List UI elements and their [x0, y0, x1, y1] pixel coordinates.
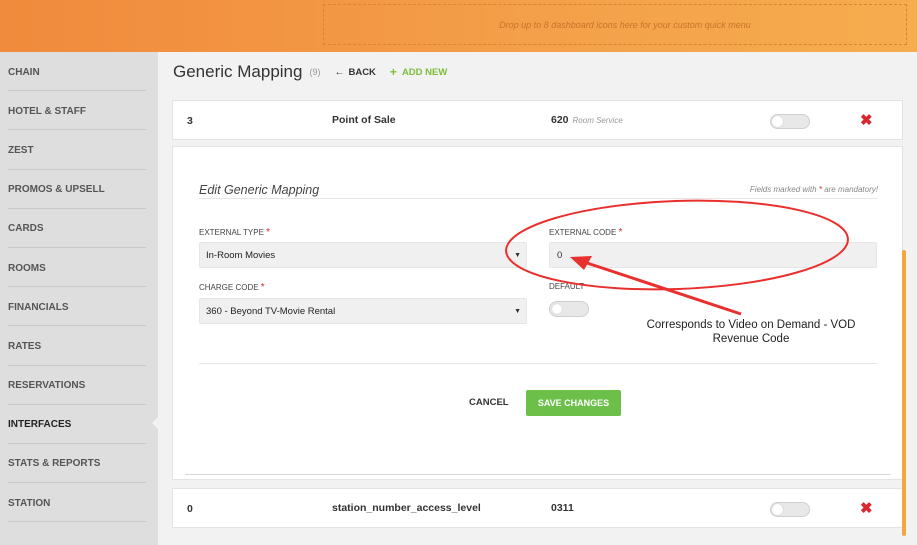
- table-row[interactable]: 3 Point of Sale 620 Room Service ✖: [172, 100, 903, 140]
- divider: [185, 474, 891, 475]
- sidebar-item-label: CHAIN: [8, 66, 40, 78]
- sidebar-item-label: HOTEL & STAFF: [8, 105, 86, 117]
- sidebar-item-stats-reports[interactable]: STATS & REPORTS: [8, 444, 146, 484]
- active-item-pointer: [152, 415, 160, 431]
- sidebar-item-reservations[interactable]: RESERVATIONS: [8, 366, 146, 405]
- charge-code-label: CHARGE CODE *: [199, 282, 265, 293]
- annotation-text: Corresponds to Video on Demand - VOD Rev…: [626, 318, 876, 346]
- sidebar-item-label: FINANCIALS: [8, 301, 69, 313]
- sidebar-item-cards[interactable]: CARDS: [8, 209, 146, 248]
- row-name: station_number_access_level: [332, 502, 481, 514]
- mandatory-suffix: are mandatory!: [824, 185, 878, 194]
- back-button[interactable]: ← BACK: [334, 67, 375, 78]
- annotation-line2: Revenue Code: [712, 333, 790, 345]
- sidebar-item-rooms[interactable]: ROOMS: [8, 248, 146, 288]
- row-code-value: 620: [551, 114, 569, 126]
- sidebar-item-promos-upsell[interactable]: PROMOS & UPSELL: [8, 170, 146, 209]
- row-name: Point of Sale: [332, 114, 396, 126]
- charge-code-select[interactable]: 360 - Beyond TV-Movie Rental ▼: [199, 298, 527, 324]
- divider: [199, 198, 877, 199]
- arrow-left-icon: ←: [334, 66, 345, 78]
- toggle-knob: [772, 116, 783, 127]
- sidebar-item-label: STATION: [8, 497, 51, 509]
- chevron-down-icon: ▼: [514, 307, 521, 315]
- sidebar-item-label: ROOMS: [8, 262, 46, 274]
- add-new-button[interactable]: + ADD NEW: [390, 65, 447, 79]
- sidebar-item-chain[interactable]: CHAIN: [8, 52, 146, 92]
- sidebar-item-interfaces[interactable]: INTERFACES: [8, 405, 146, 444]
- mandatory-star: *: [818, 185, 822, 194]
- external-type-value: In-Room Movies: [206, 249, 276, 261]
- sidebar-item-label: CARDS: [8, 223, 44, 235]
- quick-menu-dropzone[interactable]: Drop up to 8 dashboard icons here for yo…: [323, 4, 907, 45]
- chevron-down-icon: ▼: [514, 251, 521, 259]
- sidebar-item-station[interactable]: STATION: [8, 483, 146, 523]
- page-header: Generic Mapping (9) ← BACK + ADD NEW: [173, 60, 447, 84]
- sidebar-item-label: PROMOS & UPSELL: [8, 184, 105, 196]
- item-count: (9): [309, 67, 321, 77]
- back-label: BACK: [348, 66, 376, 78]
- edit-mapping-panel: Edit Generic Mapping Fields marked with …: [172, 146, 903, 480]
- external-code-label-text: EXTERNAL CODE: [549, 228, 617, 237]
- row-code: 0311: [551, 502, 574, 514]
- plus-icon: +: [389, 65, 397, 79]
- sidebar-item-label: RESERVATIONS: [8, 380, 86, 392]
- mandatory-prefix: Fields marked with: [749, 185, 817, 194]
- mandatory-note: Fields marked with * are mandatory!: [750, 185, 878, 194]
- required-star: *: [618, 227, 623, 238]
- required-star: *: [266, 227, 271, 238]
- sidebar-item-label: INTERFACES: [8, 419, 72, 431]
- edit-title: Edit Generic Mapping: [199, 183, 320, 197]
- row-id: 3: [187, 115, 193, 127]
- default-toggle[interactable]: [549, 301, 589, 317]
- row-id: 0: [187, 503, 193, 515]
- required-star: *: [260, 282, 265, 293]
- external-code-input[interactable]: 0: [549, 242, 877, 268]
- table-row[interactable]: 0 station_number_access_level 0311 ✖: [172, 488, 903, 528]
- charge-code-value: 360 - Beyond TV-Movie Rental: [206, 305, 336, 317]
- row-toggle[interactable]: [770, 114, 810, 129]
- toggle-knob: [552, 304, 562, 314]
- row-code: 620 Room Service: [551, 114, 623, 126]
- row-code-desc: Room Service: [572, 116, 623, 125]
- external-type-label: EXTERNAL TYPE *: [199, 227, 270, 238]
- sidebar-item-label: STATS & REPORTS: [8, 458, 101, 470]
- sidebar-item-label: RATES: [8, 340, 42, 352]
- row-code-value: 0311: [551, 502, 574, 514]
- top-bar: Drop up to 8 dashboard icons here for yo…: [0, 0, 917, 52]
- cancel-button[interactable]: CANCEL: [469, 397, 509, 408]
- default-label: DEFAULT: [549, 282, 585, 291]
- external-code-label: EXTERNAL CODE *: [549, 227, 622, 238]
- external-code-value: 0: [557, 249, 563, 261]
- scrollbar[interactable]: [902, 250, 906, 536]
- page-title: Generic Mapping: [173, 62, 303, 81]
- save-changes-button[interactable]: SAVE CHANGES: [526, 390, 621, 416]
- charge-code-label-text: CHARGE CODE: [199, 283, 259, 292]
- sidebar-item-financials[interactable]: FINANCIALS: [8, 287, 146, 327]
- delete-icon[interactable]: ✖: [860, 111, 873, 129]
- sidebar: CHAIN HOTEL & STAFF ZEST PROMOS & UPSELL…: [0, 52, 158, 545]
- toggle-knob: [772, 504, 783, 515]
- add-new-label: ADD NEW: [401, 66, 448, 78]
- sidebar-item-label: ZEST: [8, 144, 34, 156]
- external-type-select[interactable]: In-Room Movies ▼: [199, 242, 527, 268]
- delete-icon[interactable]: ✖: [860, 499, 873, 517]
- annotation-line1: Corresponds to Video on Demand - VOD: [646, 319, 856, 331]
- dropzone-text: Drop up to 8 dashboard icons here for yo…: [499, 19, 751, 30]
- external-type-label-text: EXTERNAL TYPE: [199, 228, 264, 237]
- sidebar-item-hotel-staff[interactable]: HOTEL & STAFF: [8, 91, 146, 131]
- sidebar-item-zest[interactable]: ZEST: [8, 130, 146, 170]
- row-toggle[interactable]: [770, 502, 810, 517]
- divider: [199, 363, 877, 364]
- sidebar-item-rates[interactable]: RATES: [8, 326, 146, 366]
